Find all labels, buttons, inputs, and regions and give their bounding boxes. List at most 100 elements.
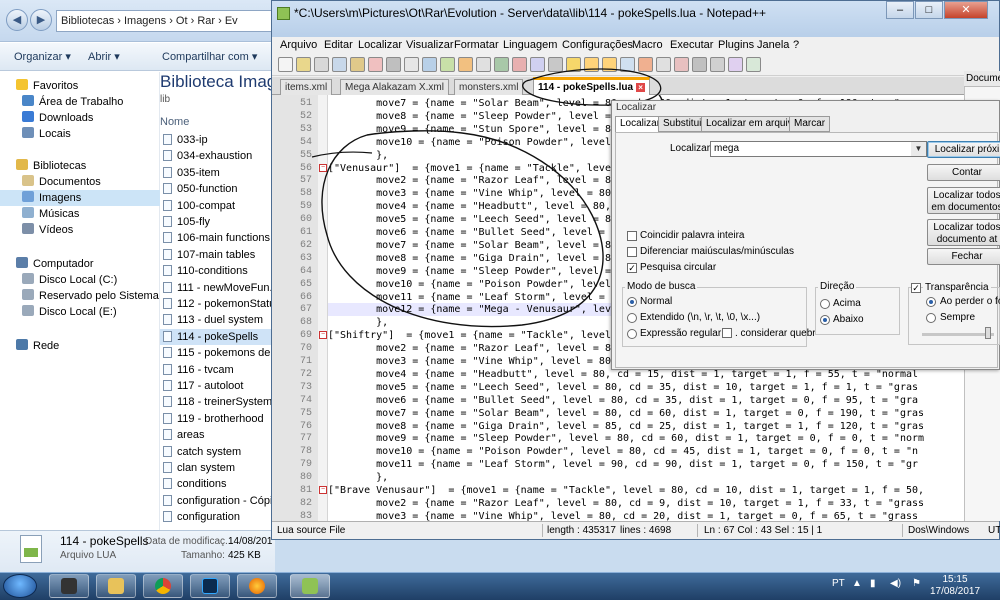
- file-row[interactable]: 110-conditions: [160, 263, 275, 279]
- nav-network[interactable]: Rede: [0, 338, 160, 354]
- start-button[interactable]: [3, 574, 37, 598]
- tray-chevron-icon[interactable]: ▲: [852, 578, 862, 589]
- toolbar-button[interactable]: [422, 57, 437, 72]
- menu-item[interactable]: Macro: [632, 39, 663, 51]
- toolbar-button[interactable]: [458, 57, 473, 72]
- file-row[interactable]: 116 - tvcam: [160, 362, 275, 378]
- open-button[interactable]: Abrir ▾: [88, 50, 120, 63]
- file-row[interactable]: 115 - pokemons de...: [160, 345, 275, 361]
- menu-item[interactable]: Janela: [757, 39, 789, 51]
- toolbar-button[interactable]: [476, 57, 491, 72]
- chevron-down-icon[interactable]: ▼: [911, 142, 926, 156]
- nav-images[interactable]: Imagens: [0, 190, 160, 206]
- toolbar-button[interactable]: [296, 57, 311, 72]
- volume-icon[interactable]: ◀): [890, 578, 901, 589]
- find-all-current-button[interactable]: Localizar todos documento at: [927, 219, 1000, 246]
- file-row[interactable]: 107-main tables: [160, 247, 275, 263]
- find-input[interactable]: mega: [710, 141, 927, 157]
- find-next-button[interactable]: Localizar próxi: [927, 141, 1000, 158]
- menu-item[interactable]: Executar: [670, 39, 713, 51]
- transparency-on-lose-focus-radio[interactable]: [926, 297, 936, 307]
- file-row[interactable]: 118 - treinerSystem: [160, 394, 275, 410]
- toolbar-button[interactable]: [350, 57, 365, 72]
- nav-computer[interactable]: Computador: [0, 256, 160, 272]
- direction-up-radio[interactable]: [820, 299, 830, 309]
- transparency-checkbox[interactable]: ✓: [911, 283, 921, 293]
- taskbar-app[interactable]: [49, 574, 89, 598]
- nav-documents[interactable]: Documentos: [0, 174, 160, 190]
- toolbar-button[interactable]: [440, 57, 455, 72]
- file-row[interactable]: 034-exhaustion: [160, 148, 275, 164]
- toolbar-button[interactable]: [674, 57, 689, 72]
- address-bar[interactable]: Bibliotecas › Imagens › Ot › Rar › Ev: [56, 10, 275, 32]
- close-find-button[interactable]: Fechar: [927, 248, 1000, 265]
- find-all-open-button[interactable]: Localizar todos em documentos abe: [927, 187, 1000, 214]
- menu-item[interactable]: Linguagem: [503, 39, 557, 51]
- file-row[interactable]: 119 - brotherhood: [160, 411, 275, 427]
- nav-drive-e[interactable]: Disco Local (E:): [0, 304, 160, 320]
- clock-date[interactable]: 17/08/2017: [925, 586, 985, 597]
- organize-button[interactable]: Organizar ▾: [14, 50, 71, 63]
- toolbar-button[interactable]: [710, 57, 725, 72]
- file-row[interactable]: 111 - newMoveFun...: [160, 280, 275, 296]
- share-button[interactable]: Compartilhar com ▾: [162, 50, 257, 63]
- mode-normal-radio[interactable]: [627, 297, 637, 307]
- transparency-slider-thumb[interactable]: [985, 327, 991, 339]
- menu-item[interactable]: Formatar: [454, 39, 499, 51]
- toolbar-button[interactable]: [332, 57, 347, 72]
- column-header-name[interactable]: Nome: [160, 116, 189, 128]
- file-row[interactable]: 106-main functions: [160, 230, 275, 246]
- match-case-checkbox[interactable]: [627, 247, 637, 257]
- minimize-button[interactable]: –: [886, 1, 914, 19]
- toolbar-button[interactable]: [728, 57, 743, 72]
- nav-desktop[interactable]: Área de Trabalho: [0, 94, 160, 110]
- dot-newline-checkbox[interactable]: [722, 328, 732, 338]
- file-tab[interactable]: items.xml: [280, 79, 333, 95]
- toolbar-button[interactable]: [692, 57, 707, 72]
- file-tab[interactable]: Mega Alakazam X.xml: [340, 79, 449, 95]
- taskbar-firefox[interactable]: [237, 574, 277, 598]
- forward-button[interactable]: ▶: [30, 9, 52, 31]
- menu-item[interactable]: Editar: [324, 39, 353, 51]
- file-row[interactable]: 114 - pokeSpells: [160, 328, 275, 345]
- file-row[interactable]: areas: [160, 427, 275, 443]
- flag-icon[interactable]: ⚑: [912, 578, 921, 589]
- menu-item[interactable]: Configurações: [562, 39, 633, 51]
- nav-videos[interactable]: Vídeos: [0, 222, 160, 238]
- nav-downloads[interactable]: Downloads: [0, 110, 160, 126]
- nav-drive-c[interactable]: Disco Local (C:): [0, 272, 160, 288]
- file-row[interactable]: catch system: [160, 444, 275, 460]
- mode-regex-radio[interactable]: [627, 329, 637, 339]
- nav-places[interactable]: Locais: [0, 126, 160, 142]
- taskbar-chrome[interactable]: [143, 574, 183, 598]
- maximize-button[interactable]: □: [915, 1, 943, 19]
- whole-word-checkbox[interactable]: [627, 231, 637, 241]
- file-row[interactable]: 105-fly: [160, 214, 275, 230]
- network-icon[interactable]: ▮: [870, 578, 876, 589]
- menu-item[interactable]: Visualizar: [406, 39, 454, 51]
- toolbar-button[interactable]: [278, 57, 293, 72]
- file-row[interactable]: conditions: [160, 476, 275, 492]
- nav-favorites[interactable]: Favoritos: [0, 78, 160, 94]
- tab-mark[interactable]: Marcar: [789, 116, 831, 132]
- file-row[interactable]: 050-function: [160, 181, 275, 197]
- clock-time[interactable]: 15:15: [925, 574, 985, 585]
- nav-drive-d[interactable]: Reservado pelo Sistema (D: [0, 288, 160, 304]
- toolbar-button[interactable]: [368, 57, 383, 72]
- file-row[interactable]: 033-ip: [160, 132, 275, 148]
- transparency-always-radio[interactable]: [926, 313, 936, 323]
- mode-extended-radio[interactable]: [627, 313, 637, 323]
- file-row[interactable]: 100-compat: [160, 198, 275, 214]
- back-button[interactable]: ◀: [6, 9, 28, 31]
- nav-music[interactable]: Músicas: [0, 206, 160, 222]
- file-row[interactable]: configuration: [160, 509, 275, 525]
- language-indicator[interactable]: PT: [832, 578, 845, 589]
- close-button[interactable]: ✕: [944, 1, 988, 19]
- toolbar-button[interactable]: [404, 57, 419, 72]
- direction-down-radio[interactable]: [820, 315, 830, 325]
- toolbar-button[interactable]: [746, 57, 761, 72]
- file-row[interactable]: 113 - duel system: [160, 312, 275, 328]
- menu-item[interactable]: Localizar: [358, 39, 402, 51]
- taskbar-notepadpp[interactable]: [290, 574, 330, 598]
- file-row[interactable]: 035-item: [160, 165, 275, 181]
